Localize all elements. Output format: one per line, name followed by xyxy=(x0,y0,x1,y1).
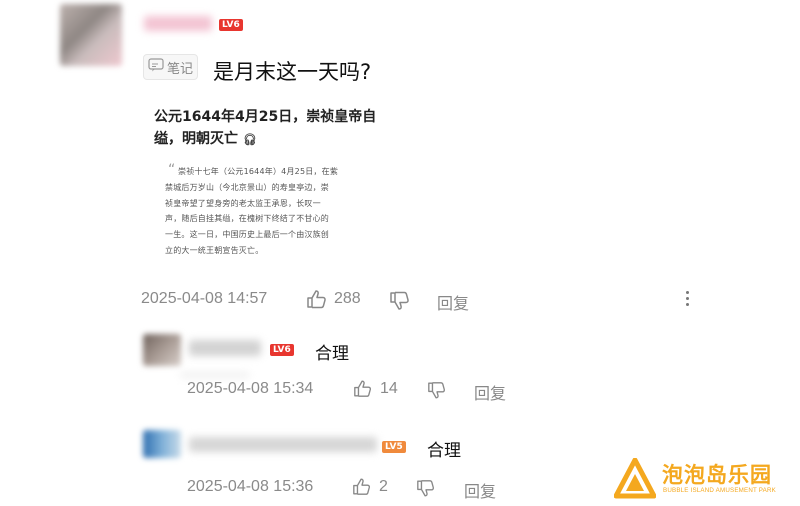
article-title: 公元1644年4月25日，崇祯皇帝自 缢，明朝灭亡 🎧︎ xyxy=(154,106,399,151)
thumbs-down-icon[interactable] xyxy=(416,479,436,502)
comment-avatar[interactable] xyxy=(60,4,122,66)
reply-text: 合理 xyxy=(315,344,349,364)
level-badge: LV6 xyxy=(219,19,243,31)
article-line: 祯皇帝望了望身旁的老太监王承恩，长叹一 xyxy=(165,198,321,208)
reply-timestamp: 2025-04-08 15:36 xyxy=(187,478,314,495)
like-count: 288 xyxy=(334,290,361,307)
reply-username[interactable] xyxy=(189,437,377,452)
watermark-name: 泡泡岛乐园 xyxy=(662,463,772,487)
note-tag-label: 笔记 xyxy=(167,61,194,77)
watermark-subtitle: BUBBLE ISLAND AMUSEMENT PARK xyxy=(663,487,776,494)
reply-button[interactable]: 回复 xyxy=(437,290,469,314)
reply-avatar[interactable] xyxy=(143,430,181,458)
thumbs-up-icon[interactable] xyxy=(352,477,372,500)
thumbs-down-icon[interactable] xyxy=(427,381,447,404)
article-title-line: 公元1644年4月25日，崇祯皇帝自 xyxy=(154,109,377,125)
reply-placeholder xyxy=(180,372,250,378)
thumbs-up-icon[interactable] xyxy=(306,289,328,313)
reply-text: 合理 xyxy=(427,441,461,461)
comment-text: 是月末这一天吗? xyxy=(213,60,372,84)
thumbs-up-icon[interactable] xyxy=(353,379,373,402)
reply-button[interactable]: 回复 xyxy=(474,380,506,404)
comment-username[interactable] xyxy=(144,16,212,31)
comment-timestamp: 2025-04-08 14:57 xyxy=(141,290,268,307)
reply-timestamp: 2025-04-08 15:34 xyxy=(187,380,314,397)
article-line: 立的大一统王朝宣告灭亡。 xyxy=(165,245,264,255)
article-image[interactable]: 公元1644年4月25日，崇祯皇帝自 缢，明朝灭亡 🎧︎ “ 崇祯十七年（公元1… xyxy=(140,96,402,276)
note-tag[interactable]: 笔记 xyxy=(143,54,199,80)
article-line: 声，随后自挂其缢，在槐树下终结了不甘心的 xyxy=(165,214,329,224)
reply-avatar[interactable] xyxy=(143,334,181,366)
audio-icon: 🎧︎ xyxy=(242,133,257,146)
bubble-island-logo-icon xyxy=(613,457,657,504)
watermark: 泡泡岛乐园 BUBBLE ISLAND AMUSEMENT PARK xyxy=(606,452,796,504)
like-count: 14 xyxy=(380,380,398,397)
level-badge: LV6 xyxy=(270,344,294,356)
reply-button[interactable]: 回复 xyxy=(464,478,496,502)
article-line: 一生。这一日，中国历史上最后一个由汉族创 xyxy=(165,230,329,240)
reply-username[interactable] xyxy=(189,340,261,356)
article-line: 崇祯十七年（公元1644年）4月25日，在紫 xyxy=(178,167,339,176)
note-icon xyxy=(148,58,164,76)
like-count: 2 xyxy=(379,478,388,495)
more-options-icon[interactable] xyxy=(686,291,690,306)
article-line: 禁城后万岁山（今北京景山）的寿皇亭边，崇 xyxy=(165,182,329,192)
thumbs-down-icon[interactable] xyxy=(389,291,411,315)
article-title-line: 缢，明朝灭亡 🎧︎ xyxy=(154,131,257,147)
level-badge: LV5 xyxy=(382,441,406,453)
article-body: 崇祯十七年（公元1644年）4月25日，在紫 禁城后万岁山（今北京景山）的寿皇亭… xyxy=(165,164,390,259)
